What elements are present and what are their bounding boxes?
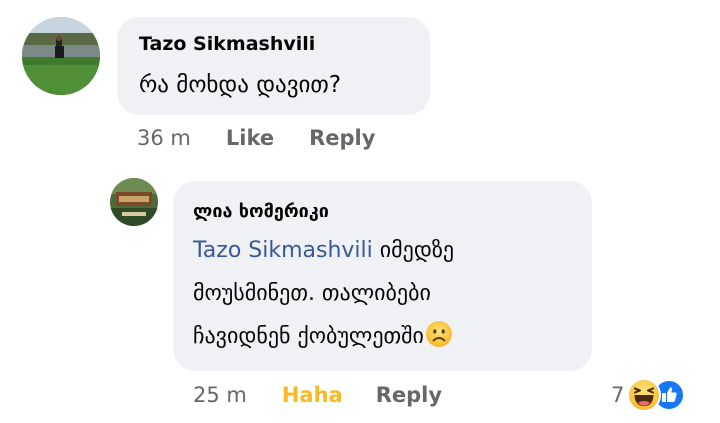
reply-text-line-1: Tazo Sikmashvili იმედზე	[193, 229, 583, 272]
avatar[interactable]	[22, 17, 100, 95]
reply-text: Tazo Sikmashvili იმედზე მოუსმინეთ. თალიბ…	[193, 229, 583, 358]
reply-avatar-photo	[110, 178, 158, 226]
reaction-summary[interactable]: 7	[611, 377, 686, 413]
comment-timestamp[interactable]: 36 m	[137, 126, 191, 150]
comment-actions: 36 m Like Reply	[137, 123, 375, 153]
reply-avatar[interactable]	[110, 178, 158, 226]
reaction-icons	[626, 377, 686, 413]
haha-reaction-icon	[627, 378, 662, 412]
reply-author[interactable]: ლია ხომერიკი	[193, 201, 329, 222]
comment-text: რა მოხდა დავით?	[139, 72, 342, 98]
comment-bubble: Tazo Sikmashvili რა მოხდა დავით?	[117, 17, 430, 115]
reply-text-line-1-rest: იმედზე	[372, 238, 455, 263]
reply-text-line-2: მოუსმინეთ. თალიბები	[193, 281, 431, 306]
reply-bubble: ლია ხომერიკი Tazo Sikmashvili იმედზე მოუ…	[173, 181, 592, 371]
sad-face-icon	[425, 321, 452, 347]
haha-reaction-button[interactable]: Haha	[282, 383, 343, 407]
avatar-photo	[22, 17, 100, 95]
mention-link[interactable]: Tazo Sikmashvili	[193, 238, 373, 263]
reply-button[interactable]: Reply	[309, 126, 375, 150]
reaction-count: 7	[611, 383, 625, 407]
reply-text-line-3: ჩავიდნენ ქობულეთში	[193, 315, 583, 358]
reply-text-line-3-text: ჩავიდნენ ქობულეთში	[193, 324, 424, 349]
comment-author[interactable]: Tazo Sikmashvili	[139, 33, 315, 55]
reply-timestamp[interactable]: 25 m	[193, 383, 247, 407]
like-button[interactable]: Like	[226, 126, 274, 150]
reply-actions: 25 m Haha Reply	[193, 380, 442, 410]
reply-button[interactable]: Reply	[376, 383, 442, 407]
